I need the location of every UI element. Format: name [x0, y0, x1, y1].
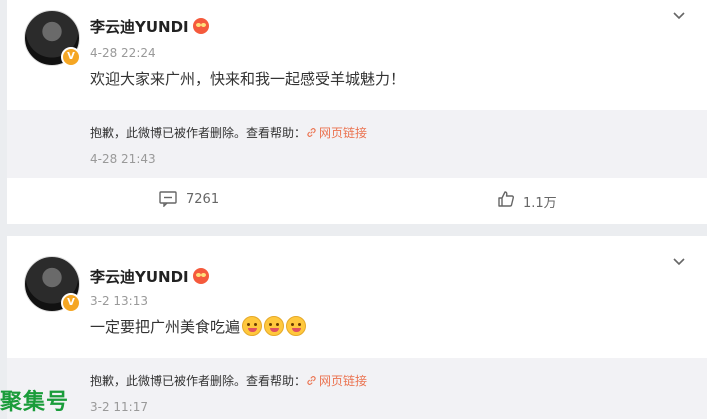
deleted-notice-text: 抱歉，此微博已被作者删除。查看帮助： [90, 374, 307, 388]
like-icon[interactable] [497, 190, 515, 208]
weibo-post: V 李云迪YUNDI 3-2 13:13 一定要把广州美食吃遍 抱歉，此微博已被… [7, 236, 707, 419]
chevron-down-icon[interactable] [671, 254, 687, 270]
avatar[interactable]: V [24, 256, 81, 313]
author-name[interactable]: 李云迪YUNDI [90, 16, 209, 37]
deleted-time[interactable]: 3-2 11:17 [90, 400, 148, 414]
drooling-emoji-icon [286, 316, 307, 336]
post-content-text: 一定要把广州美食吃遍 [90, 318, 241, 336]
avatar[interactable]: V [24, 10, 81, 67]
link-icon [307, 128, 316, 137]
drooling-emoji-icon [242, 316, 263, 336]
web-link[interactable]: 网页链接 [306, 126, 367, 140]
member-badge-icon [192, 268, 209, 284]
comment-count[interactable]: 7261 [186, 192, 219, 207]
watermark: 聚集号 [0, 390, 70, 415]
deleted-notice: 抱歉，此微博已被作者删除。查看帮助： 网页链接 [90, 124, 367, 141]
author-name-text[interactable]: 李云迪YUNDI [90, 18, 189, 36]
chevron-down-icon[interactable] [671, 8, 687, 24]
deleted-repost-box: 抱歉，此微博已被作者删除。查看帮助： 网页链接 3-2 11:17 [7, 358, 707, 419]
weibo-post: V 李云迪YUNDI 4-28 22:24 欢迎大家来广州，快来和我一起感受羊城… [7, 0, 707, 224]
web-link[interactable]: 网页链接 [306, 374, 367, 388]
post-time[interactable]: 4-28 22:24 [90, 46, 156, 60]
member-badge-icon [192, 18, 209, 34]
deleted-time[interactable]: 4-28 21:43 [90, 152, 156, 166]
author-name-text[interactable]: 李云迪YUNDI [90, 268, 189, 286]
verified-badge-icon: V [61, 293, 81, 313]
post-content: 欢迎大家来广州，快来和我一起感受羊城魅力！ [90, 70, 406, 88]
post-actions: 7261 1.1万 [7, 186, 707, 220]
author-name[interactable]: 李云迪YUNDI [90, 266, 209, 287]
web-link-label[interactable]: 网页链接 [319, 126, 367, 140]
deleted-repost-box: 抱歉，此微博已被作者删除。查看帮助： 网页链接 4-28 21:43 [7, 110, 707, 178]
post-content: 一定要把广州美食吃遍 [90, 316, 307, 337]
like-count[interactable]: 1.1万 [523, 192, 557, 211]
verified-badge-icon: V [61, 47, 81, 67]
drooling-emoji-icon [264, 316, 285, 336]
deleted-notice: 抱歉，此微博已被作者删除。查看帮助： 网页链接 [90, 372, 367, 389]
deleted-notice-text: 抱歉，此微博已被作者删除。查看帮助： [90, 126, 307, 140]
comment-icon[interactable] [159, 191, 177, 207]
link-icon [307, 376, 316, 385]
post-time[interactable]: 3-2 13:13 [90, 294, 148, 308]
web-link-label[interactable]: 网页链接 [319, 374, 367, 388]
